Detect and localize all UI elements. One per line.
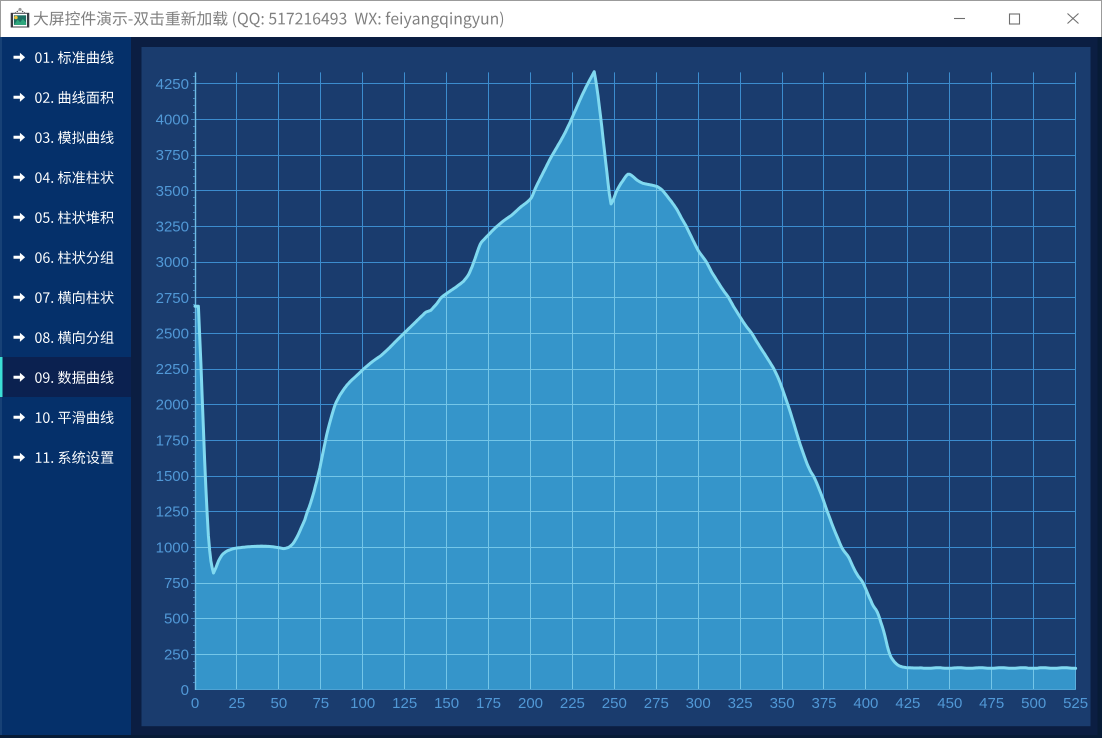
svg-text:125: 125 [392, 695, 417, 712]
svg-text:1000: 1000 [156, 539, 189, 556]
svg-text:150: 150 [434, 695, 459, 712]
svg-text:250: 250 [602, 695, 627, 712]
svg-text:1250: 1250 [156, 504, 189, 521]
svg-text:525: 525 [1063, 695, 1088, 712]
svg-text:1500: 1500 [156, 468, 189, 485]
svg-text:2500: 2500 [156, 325, 189, 342]
svg-text:25: 25 [229, 695, 246, 712]
svg-text:4000: 4000 [156, 112, 189, 129]
svg-text:2250: 2250 [156, 361, 189, 378]
svg-text:500: 500 [164, 611, 189, 628]
svg-text:2000: 2000 [156, 397, 189, 414]
svg-text:3750: 3750 [156, 147, 189, 164]
svg-text:250: 250 [164, 646, 189, 663]
svg-text:50: 50 [271, 695, 288, 712]
svg-text:275: 275 [644, 695, 669, 712]
svg-text:1750: 1750 [156, 432, 189, 449]
svg-text:100: 100 [350, 695, 375, 712]
svg-text:3250: 3250 [156, 218, 189, 235]
svg-text:400: 400 [853, 695, 878, 712]
svg-text:3500: 3500 [156, 183, 189, 200]
svg-text:425: 425 [895, 695, 920, 712]
svg-text:750: 750 [164, 575, 189, 592]
svg-text:2750: 2750 [156, 290, 189, 307]
svg-text:0: 0 [181, 682, 189, 699]
svg-text:350: 350 [770, 695, 795, 712]
svg-text:475: 475 [979, 695, 1004, 712]
svg-text:0: 0 [191, 695, 199, 712]
svg-text:375: 375 [811, 695, 836, 712]
svg-text:450: 450 [937, 695, 962, 712]
svg-text:300: 300 [686, 695, 711, 712]
svg-text:175: 175 [476, 695, 501, 712]
svg-text:225: 225 [560, 695, 585, 712]
svg-text:325: 325 [728, 695, 753, 712]
svg-text:500: 500 [1021, 695, 1046, 712]
svg-text:4250: 4250 [156, 76, 189, 93]
svg-text:3000: 3000 [156, 254, 189, 271]
svg-text:75: 75 [312, 695, 329, 712]
svg-text:200: 200 [518, 695, 543, 712]
